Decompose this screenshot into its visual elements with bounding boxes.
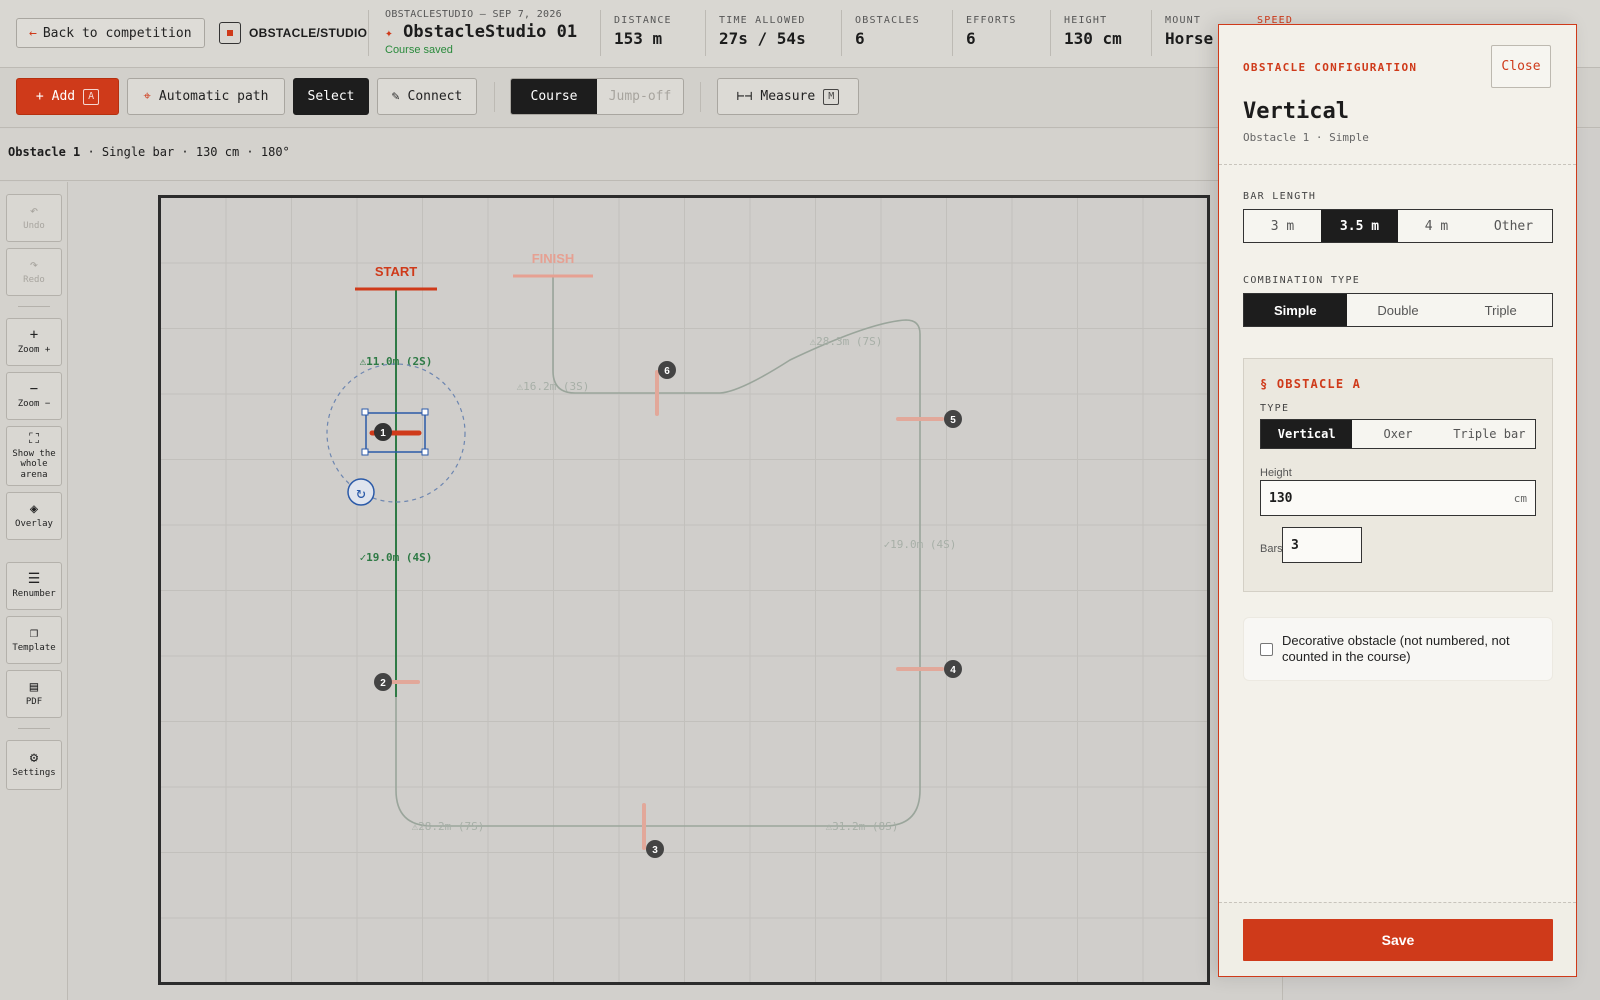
type-option[interactable]: Oxer	[1352, 420, 1443, 448]
obstacle-number: 1	[380, 428, 386, 439]
resize-handle[interactable]	[361, 408, 369, 416]
bar-length-selector: 3 m 3.5 m 4 m Other	[1243, 209, 1553, 243]
decorative-option: Decorative obstacle (not numbered, not c…	[1243, 617, 1553, 681]
segment-label: ✓19.0m (4S)	[360, 551, 433, 564]
obstacle-number: 2	[380, 678, 386, 689]
panel-header: OBSTACLE CONFIGURATION Close Vertical Ob…	[1219, 25, 1576, 165]
segment-label: ⚠11.0m (2S)	[360, 355, 433, 368]
bar-length-option[interactable]: 3 m	[1244, 210, 1321, 242]
close-button[interactable]: Close	[1491, 45, 1551, 88]
course-path	[395, 276, 921, 827]
combination-option[interactable]: Simple	[1244, 294, 1347, 326]
obstacle-number: 4	[950, 665, 956, 676]
finish-label: FINISH	[532, 251, 575, 266]
bars-input[interactable]: 3	[1282, 527, 1362, 563]
panel-subtitle: Obstacle 1 · Simple	[1243, 131, 1369, 144]
segment-label: ⚠28.2m (7S)	[412, 820, 485, 833]
obstacle-number: 5	[950, 415, 956, 426]
decorative-checkbox[interactable]	[1260, 643, 1273, 656]
combination-option[interactable]: Triple	[1449, 294, 1552, 326]
obstacle-number: 6	[664, 366, 670, 377]
obstacle-number: 3	[652, 845, 658, 856]
panel-title: Vertical	[1243, 99, 1349, 124]
bar-length-option[interactable]: 3.5 m	[1321, 210, 1398, 242]
combination-option[interactable]: Double	[1347, 294, 1450, 326]
panel-footer: Save	[1219, 902, 1576, 976]
type-option[interactable]: Triple bar	[1444, 420, 1535, 448]
panel-kicker: OBSTACLE CONFIGURATION	[1243, 61, 1418, 74]
segment-label: ⚠31.2m (8S)	[826, 820, 899, 833]
resize-handle[interactable]	[421, 448, 429, 456]
type-option[interactable]: Vertical	[1261, 420, 1353, 448]
decorative-label: Decorative obstacle (not numbered, not c…	[1282, 633, 1510, 665]
height-value: 130	[1269, 490, 1293, 506]
bar-length-label: BAR LENGTH	[1243, 191, 1317, 202]
type-label: TYPE	[1260, 403, 1290, 414]
height-input[interactable]: 130 cm	[1260, 480, 1536, 516]
height-label: Height	[1260, 467, 1292, 479]
bars-label: Bars	[1260, 543, 1283, 555]
bar-length-option[interactable]: 4 m	[1398, 210, 1475, 242]
combination-type-selector: Simple Double Triple	[1243, 293, 1553, 327]
bars-value: 3	[1291, 537, 1299, 553]
segment-label: ⚠28.3m (7S)	[810, 335, 883, 348]
obstacle-config-panel: OBSTACLE CONFIGURATION Close Vertical Ob…	[1218, 24, 1577, 977]
save-button[interactable]: Save	[1243, 919, 1553, 961]
bar-length-option[interactable]: Other	[1475, 210, 1552, 242]
obstacle-type-selector: Vertical Oxer Triple bar	[1260, 419, 1536, 449]
rotate-icon: ↻	[356, 483, 366, 502]
resize-handle[interactable]	[361, 448, 369, 456]
height-unit: cm	[1513, 491, 1527, 505]
resize-handle[interactable]	[421, 408, 429, 416]
start-label: START	[375, 264, 417, 279]
obstacle-a-section: § OBSTACLE A TYPE Vertical Oxer Triple b…	[1243, 358, 1553, 592]
section-title: § OBSTACLE A	[1260, 377, 1362, 391]
segment-label: ⚠16.2m (3S)	[517, 380, 590, 393]
combination-type-label: COMBINATION TYPE	[1243, 275, 1361, 286]
segment-label: ✓19.0m (4S)	[884, 538, 957, 551]
